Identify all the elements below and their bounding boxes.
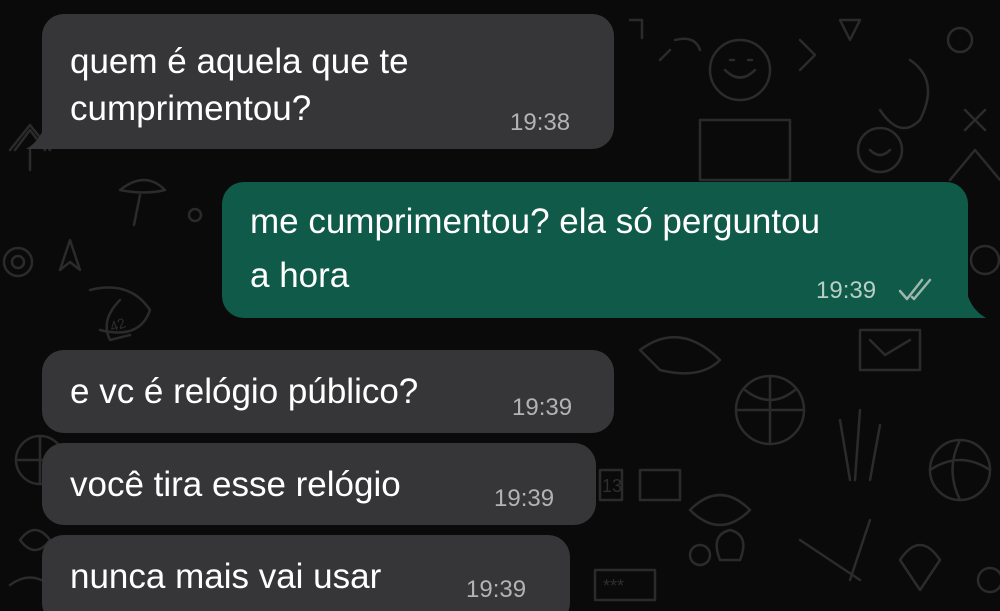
message-bubble-incoming[interactable]: nunca mais vai usar 19:39 [42, 535, 570, 611]
message-timestamp: 19:38 [510, 109, 571, 136]
double-check-icon [898, 278, 932, 301]
wallpaper-password-dots: *** [603, 576, 624, 596]
message-bubble-outgoing[interactable]: me cumprimentou? ela só perguntou a hora… [222, 182, 968, 318]
message-text: e vc é relógio público? [70, 372, 419, 411]
message-timestamp: 19:39 [494, 485, 555, 512]
chat-conversation[interactable]: 42 13 *** quem é aquela que te cumprimen… [0, 0, 1000, 611]
message-text: cumprimentou? [70, 89, 312, 128]
message-text: me cumprimentou? ela só perguntou [250, 202, 821, 241]
message-bubble-incoming[interactable]: você tira esse relógio 19:39 [42, 443, 596, 525]
bubble-tail [958, 289, 986, 318]
message-text: você tira esse relógio [70, 465, 401, 504]
message-bubble-incoming[interactable]: e vc é relógio público? 19:39 [42, 350, 614, 433]
message-timestamp: 19:39 [816, 277, 877, 304]
message-bubble-incoming[interactable]: quem é aquela que te cumprimentou? 19:38 [42, 14, 614, 149]
bubble-tail [26, 120, 54, 149]
message-text: a hora [250, 256, 350, 295]
message-text: quem é aquela que te [70, 42, 409, 81]
message-text: nunca mais vai usar [70, 557, 382, 596]
wallpaper-calendar-number: 13 [602, 476, 622, 496]
message-timestamp: 19:39 [466, 576, 527, 603]
message-timestamp: 19:39 [512, 394, 573, 421]
